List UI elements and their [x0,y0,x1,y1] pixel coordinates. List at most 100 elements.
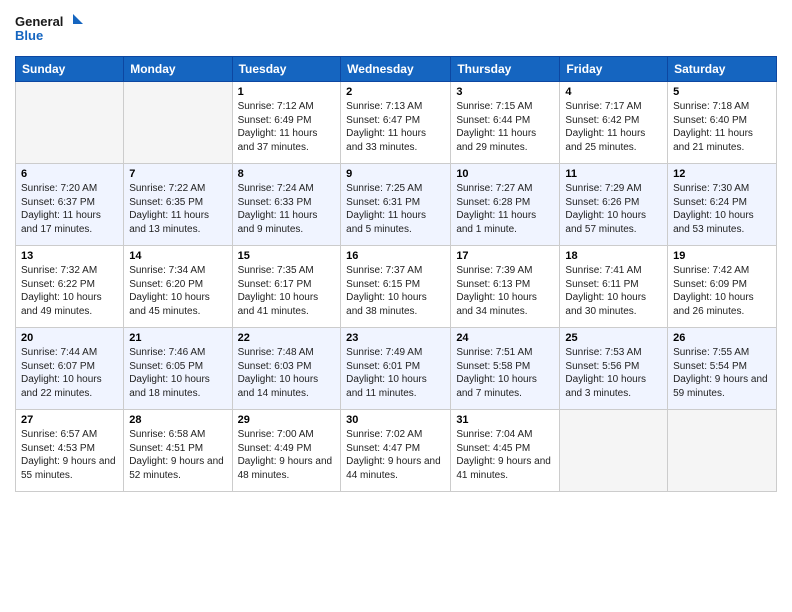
calendar-day-cell: 3 Sunrise: 7:15 AMSunset: 6:44 PMDaylight… [451,82,560,164]
calendar-day-cell: 10 Sunrise: 7:27 AMSunset: 6:28 PMDayligh… [451,164,560,246]
calendar-day-cell: 7Sunrise: 7:22 AMSunset: 6:35 PMDaylight… [124,164,232,246]
day-info: Sunrise: 7:55 AMSunset: 5:54 PMDaylight:… [673,346,771,400]
day-number: 25 [565,332,662,344]
day-info: Sunrise: 7:18 AMSunset: 6:40 PMDaylight:… [673,100,771,154]
day-number: 7 [129,168,226,180]
calendar-day-cell: 16 Sunrise: 7:37 AMSunset: 6:15 PMDayligh… [341,246,451,328]
calendar-day-cell: 12 Sunrise: 7:30 AMSunset: 6:24 PMDayligh… [668,164,777,246]
day-number: 22 [238,332,336,344]
calendar-day-cell: 15Sunrise: 7:35 AMSunset: 6:17 PMDayligh… [232,246,341,328]
calendar-day-cell: 22 Sunrise: 7:48 AMSunset: 6:03 PMDayligh… [232,328,341,410]
logo: General Blue [15,10,85,48]
calendar-week-row: 20 Sunrise: 7:44 AMSunset: 6:07 PMDayligh… [16,328,777,410]
day-info: Sunrise: 7:04 AMSunset: 4:45 PMDaylight:… [456,428,554,482]
day-number: 14 [129,250,226,262]
logo-svg: General Blue [15,10,85,48]
day-number: 17 [456,250,554,262]
day-number: 1 [238,86,336,98]
weekday-header: Wednesday [341,57,451,82]
day-number: 9 [346,168,445,180]
calendar-day-cell: 31 Sunrise: 7:04 AMSunset: 4:45 PMDayligh… [451,410,560,492]
calendar-week-row: 1Sunrise: 7:12 AMSunset: 6:49 PMDaylight… [16,82,777,164]
weekday-header-row: SundayMondayTuesdayWednesdayThursdayFrid… [16,57,777,82]
calendar-day-cell: 6 Sunrise: 7:20 AMSunset: 6:37 PMDaylight… [16,164,124,246]
calendar-day-cell: 20 Sunrise: 7:44 AMSunset: 6:07 PMDayligh… [16,328,124,410]
day-number: 30 [346,414,445,426]
day-info: Sunrise: 7:15 AMSunset: 6:44 PMDaylight:… [456,100,554,154]
day-info: Sunrise: 7:17 AMSunset: 6:42 PMDaylight:… [565,100,662,154]
day-number: 2 [346,86,445,98]
day-number: 28 [129,414,226,426]
weekday-header: Friday [560,57,668,82]
day-info: Sunrise: 7:20 AMSunset: 6:37 PMDaylight:… [21,182,118,236]
day-number: 20 [21,332,118,344]
day-info: Sunrise: 7:30 AMSunset: 6:24 PMDaylight:… [673,182,771,236]
day-info: Sunrise: 7:46 AMSunset: 6:05 PMDaylight:… [129,346,226,400]
calendar-day-cell: 23Sunrise: 7:49 AMSunset: 6:01 PMDayligh… [341,328,451,410]
calendar-day-cell: 21Sunrise: 7:46 AMSunset: 6:05 PMDayligh… [124,328,232,410]
day-info: Sunrise: 7:24 AMSunset: 6:33 PMDaylight:… [238,182,336,236]
weekday-header: Thursday [451,57,560,82]
calendar-day-cell: 24 Sunrise: 7:51 AMSunset: 5:58 PMDayligh… [451,328,560,410]
day-number: 8 [238,168,336,180]
calendar: SundayMondayTuesdayWednesdayThursdayFrid… [15,56,777,492]
calendar-day-cell: 2 Sunrise: 7:13 AMSunset: 6:47 PMDaylight… [341,82,451,164]
day-info: Sunrise: 7:34 AMSunset: 6:20 PMDaylight:… [129,264,226,318]
day-number: 27 [21,414,118,426]
day-number: 19 [673,250,771,262]
day-number: 3 [456,86,554,98]
calendar-day-cell: 26 Sunrise: 7:55 AMSunset: 5:54 PMDayligh… [668,328,777,410]
weekday-header: Sunday [16,57,124,82]
calendar-day-cell: 4Sunrise: 7:17 AMSunset: 6:42 PMDaylight… [560,82,668,164]
day-number: 12 [673,168,771,180]
calendar-day-cell: 1Sunrise: 7:12 AMSunset: 6:49 PMDaylight… [232,82,341,164]
calendar-day-cell: 9 Sunrise: 7:25 AMSunset: 6:31 PMDaylight… [341,164,451,246]
day-number: 5 [673,86,771,98]
day-info: Sunrise: 7:41 AMSunset: 6:11 PMDaylight:… [565,264,662,318]
calendar-day-cell [668,410,777,492]
day-number: 29 [238,414,336,426]
day-number: 23 [346,332,445,344]
calendar-day-cell [124,82,232,164]
day-number: 16 [346,250,445,262]
day-number: 6 [21,168,118,180]
weekday-header: Saturday [668,57,777,82]
day-number: 11 [565,168,662,180]
calendar-day-cell: 11 Sunrise: 7:29 AMSunset: 6:26 PMDayligh… [560,164,668,246]
day-info: Sunrise: 7:51 AMSunset: 5:58 PMDaylight:… [456,346,554,400]
calendar-day-cell: 19 Sunrise: 7:42 AMSunset: 6:09 PMDayligh… [668,246,777,328]
day-info: Sunrise: 7:13 AMSunset: 6:47 PMDaylight:… [346,100,445,154]
day-info: Sunrise: 7:27 AMSunset: 6:28 PMDaylight:… [456,182,554,236]
weekday-header: Monday [124,57,232,82]
day-info: Sunrise: 7:42 AMSunset: 6:09 PMDaylight:… [673,264,771,318]
calendar-day-cell: 30 Sunrise: 7:02 AMSunset: 4:47 PMDayligh… [341,410,451,492]
calendar-day-cell: 28Sunrise: 6:58 AMSunset: 4:51 PMDayligh… [124,410,232,492]
day-info: Sunrise: 7:48 AMSunset: 6:03 PMDaylight:… [238,346,336,400]
day-number: 10 [456,168,554,180]
day-number: 26 [673,332,771,344]
calendar-day-cell: 18 Sunrise: 7:41 AMSunset: 6:11 PMDayligh… [560,246,668,328]
day-info: Sunrise: 7:32 AMSunset: 6:22 PMDaylight:… [21,264,118,318]
day-number: 18 [565,250,662,262]
calendar-day-cell: 25 Sunrise: 7:53 AMSunset: 5:56 PMDayligh… [560,328,668,410]
day-info: Sunrise: 7:25 AMSunset: 6:31 PMDaylight:… [346,182,445,236]
day-info: Sunrise: 7:44 AMSunset: 6:07 PMDaylight:… [21,346,118,400]
calendar-week-row: 6 Sunrise: 7:20 AMSunset: 6:37 PMDaylight… [16,164,777,246]
day-info: Sunrise: 7:29 AMSunset: 6:26 PMDaylight:… [565,182,662,236]
calendar-day-cell: 29 Sunrise: 7:00 AMSunset: 4:49 PMDayligh… [232,410,341,492]
calendar-day-cell: 8 Sunrise: 7:24 AMSunset: 6:33 PMDaylight… [232,164,341,246]
day-info: Sunrise: 7:02 AMSunset: 4:47 PMDaylight:… [346,428,445,482]
calendar-day-cell: 14 Sunrise: 7:34 AMSunset: 6:20 PMDayligh… [124,246,232,328]
page: General Blue SundayMondayTuesdayWednesda… [0,0,792,612]
day-info: Sunrise: 7:37 AMSunset: 6:15 PMDaylight:… [346,264,445,318]
day-info: Sunrise: 7:53 AMSunset: 5:56 PMDaylight:… [565,346,662,400]
day-number: 13 [21,250,118,262]
day-number: 24 [456,332,554,344]
day-number: 15 [238,250,336,262]
calendar-day-cell: 27 Sunrise: 6:57 AMSunset: 4:53 PMDayligh… [16,410,124,492]
calendar-day-cell [16,82,124,164]
day-info: Sunrise: 6:57 AMSunset: 4:53 PMDaylight:… [21,428,118,482]
day-info: Sunrise: 7:00 AMSunset: 4:49 PMDaylight:… [238,428,336,482]
calendar-day-cell: 5 Sunrise: 7:18 AMSunset: 6:40 PMDaylight… [668,82,777,164]
day-number: 31 [456,414,554,426]
